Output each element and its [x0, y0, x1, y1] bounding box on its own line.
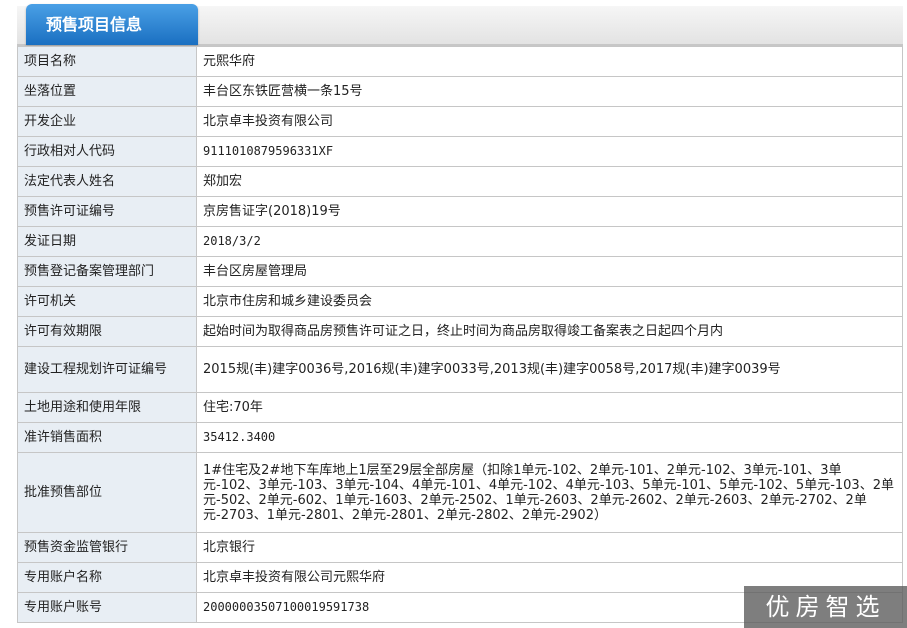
row-label: 预售登记备案管理部门 [17, 256, 197, 287]
table-row: 法定代表人姓名 郑加宏 [17, 166, 903, 197]
row-label: 准许销售面积 [17, 422, 197, 453]
row-value: 元熙华府 [196, 46, 903, 77]
row-value: 京房售证字(2018)19号 [196, 196, 903, 227]
row-value: 丰台区东铁匠营横一条15号 [196, 76, 903, 107]
row-label: 许可有效期限 [17, 316, 197, 347]
row-label: 项目名称 [17, 46, 197, 77]
row-label: 行政相对人代码 [17, 136, 197, 167]
row-value: 丰台区房屋管理局 [196, 256, 903, 287]
row-label: 建设工程规划许可证编号 [17, 346, 197, 393]
row-value: 北京市住房和城乡建设委员会 [196, 286, 903, 317]
presale-info-table: 项目名称 元熙华府 坐落位置 丰台区东铁匠营横一条15号 开发企业 北京卓丰投资… [17, 46, 903, 623]
table-row: 开发企业 北京卓丰投资有限公司 [17, 106, 903, 137]
table-row: 准许销售面积 35412.3400 [17, 422, 903, 453]
row-label: 坐落位置 [17, 76, 197, 107]
row-label: 法定代表人姓名 [17, 166, 197, 197]
watermark-logo: 优房智选 [744, 586, 907, 628]
table-row: 建设工程规划许可证编号 2015规(丰)建字0036号,2016规(丰)建字00… [17, 346, 903, 393]
row-value: 北京银行 [196, 532, 903, 563]
table-row: 预售许可证编号 京房售证字(2018)19号 [17, 196, 903, 227]
row-value: 9111010879596331XF [196, 136, 903, 167]
table-row: 发证日期 2018/3/2 [17, 226, 903, 257]
section-title-tab: 预售项目信息 [26, 4, 198, 45]
row-label: 专用账户名称 [17, 562, 197, 593]
row-label: 批准预售部位 [17, 452, 197, 533]
row-label: 预售资金监管银行 [17, 532, 197, 563]
row-label: 开发企业 [17, 106, 197, 137]
row-value: 住宅:70年 [196, 392, 903, 423]
table-row: 项目名称 元熙华府 [17, 46, 903, 77]
row-label: 许可机关 [17, 286, 197, 317]
row-label: 土地用途和使用年限 [17, 392, 197, 423]
table-row: 坐落位置 丰台区东铁匠营横一条15号 [17, 76, 903, 107]
table-row: 土地用途和使用年限 住宅:70年 [17, 392, 903, 423]
table-row: 许可有效期限 起始时间为取得商品房预售许可证之日，终止时间为商品房取得竣工备案表… [17, 316, 903, 347]
row-value: 1#住宅及2#地下车库地上1层至29层全部房屋（扣除1单元-102、2单元-10… [196, 452, 903, 533]
table-row: 批准预售部位 1#住宅及2#地下车库地上1层至29层全部房屋（扣除1单元-102… [17, 452, 903, 533]
table-row: 预售资金监管银行 北京银行 [17, 532, 903, 563]
row-value: 2018/3/2 [196, 226, 903, 257]
table-row: 预售登记备案管理部门 丰台区房屋管理局 [17, 256, 903, 287]
row-label: 专用账户账号 [17, 592, 197, 623]
row-value: 35412.3400 [196, 422, 903, 453]
table-row: 行政相对人代码 9111010879596331XF [17, 136, 903, 167]
row-value: 北京卓丰投资有限公司 [196, 106, 903, 137]
row-value: 郑加宏 [196, 166, 903, 197]
row-value: 2015规(丰)建字0036号,2016规(丰)建字0033号,2013规(丰)… [196, 346, 903, 393]
row-label: 发证日期 [17, 226, 197, 257]
row-value: 起始时间为取得商品房预售许可证之日，终止时间为商品房取得竣工备案表之日起四个月内 [196, 316, 903, 347]
table-row: 许可机关 北京市住房和城乡建设委员会 [17, 286, 903, 317]
row-label: 预售许可证编号 [17, 196, 197, 227]
